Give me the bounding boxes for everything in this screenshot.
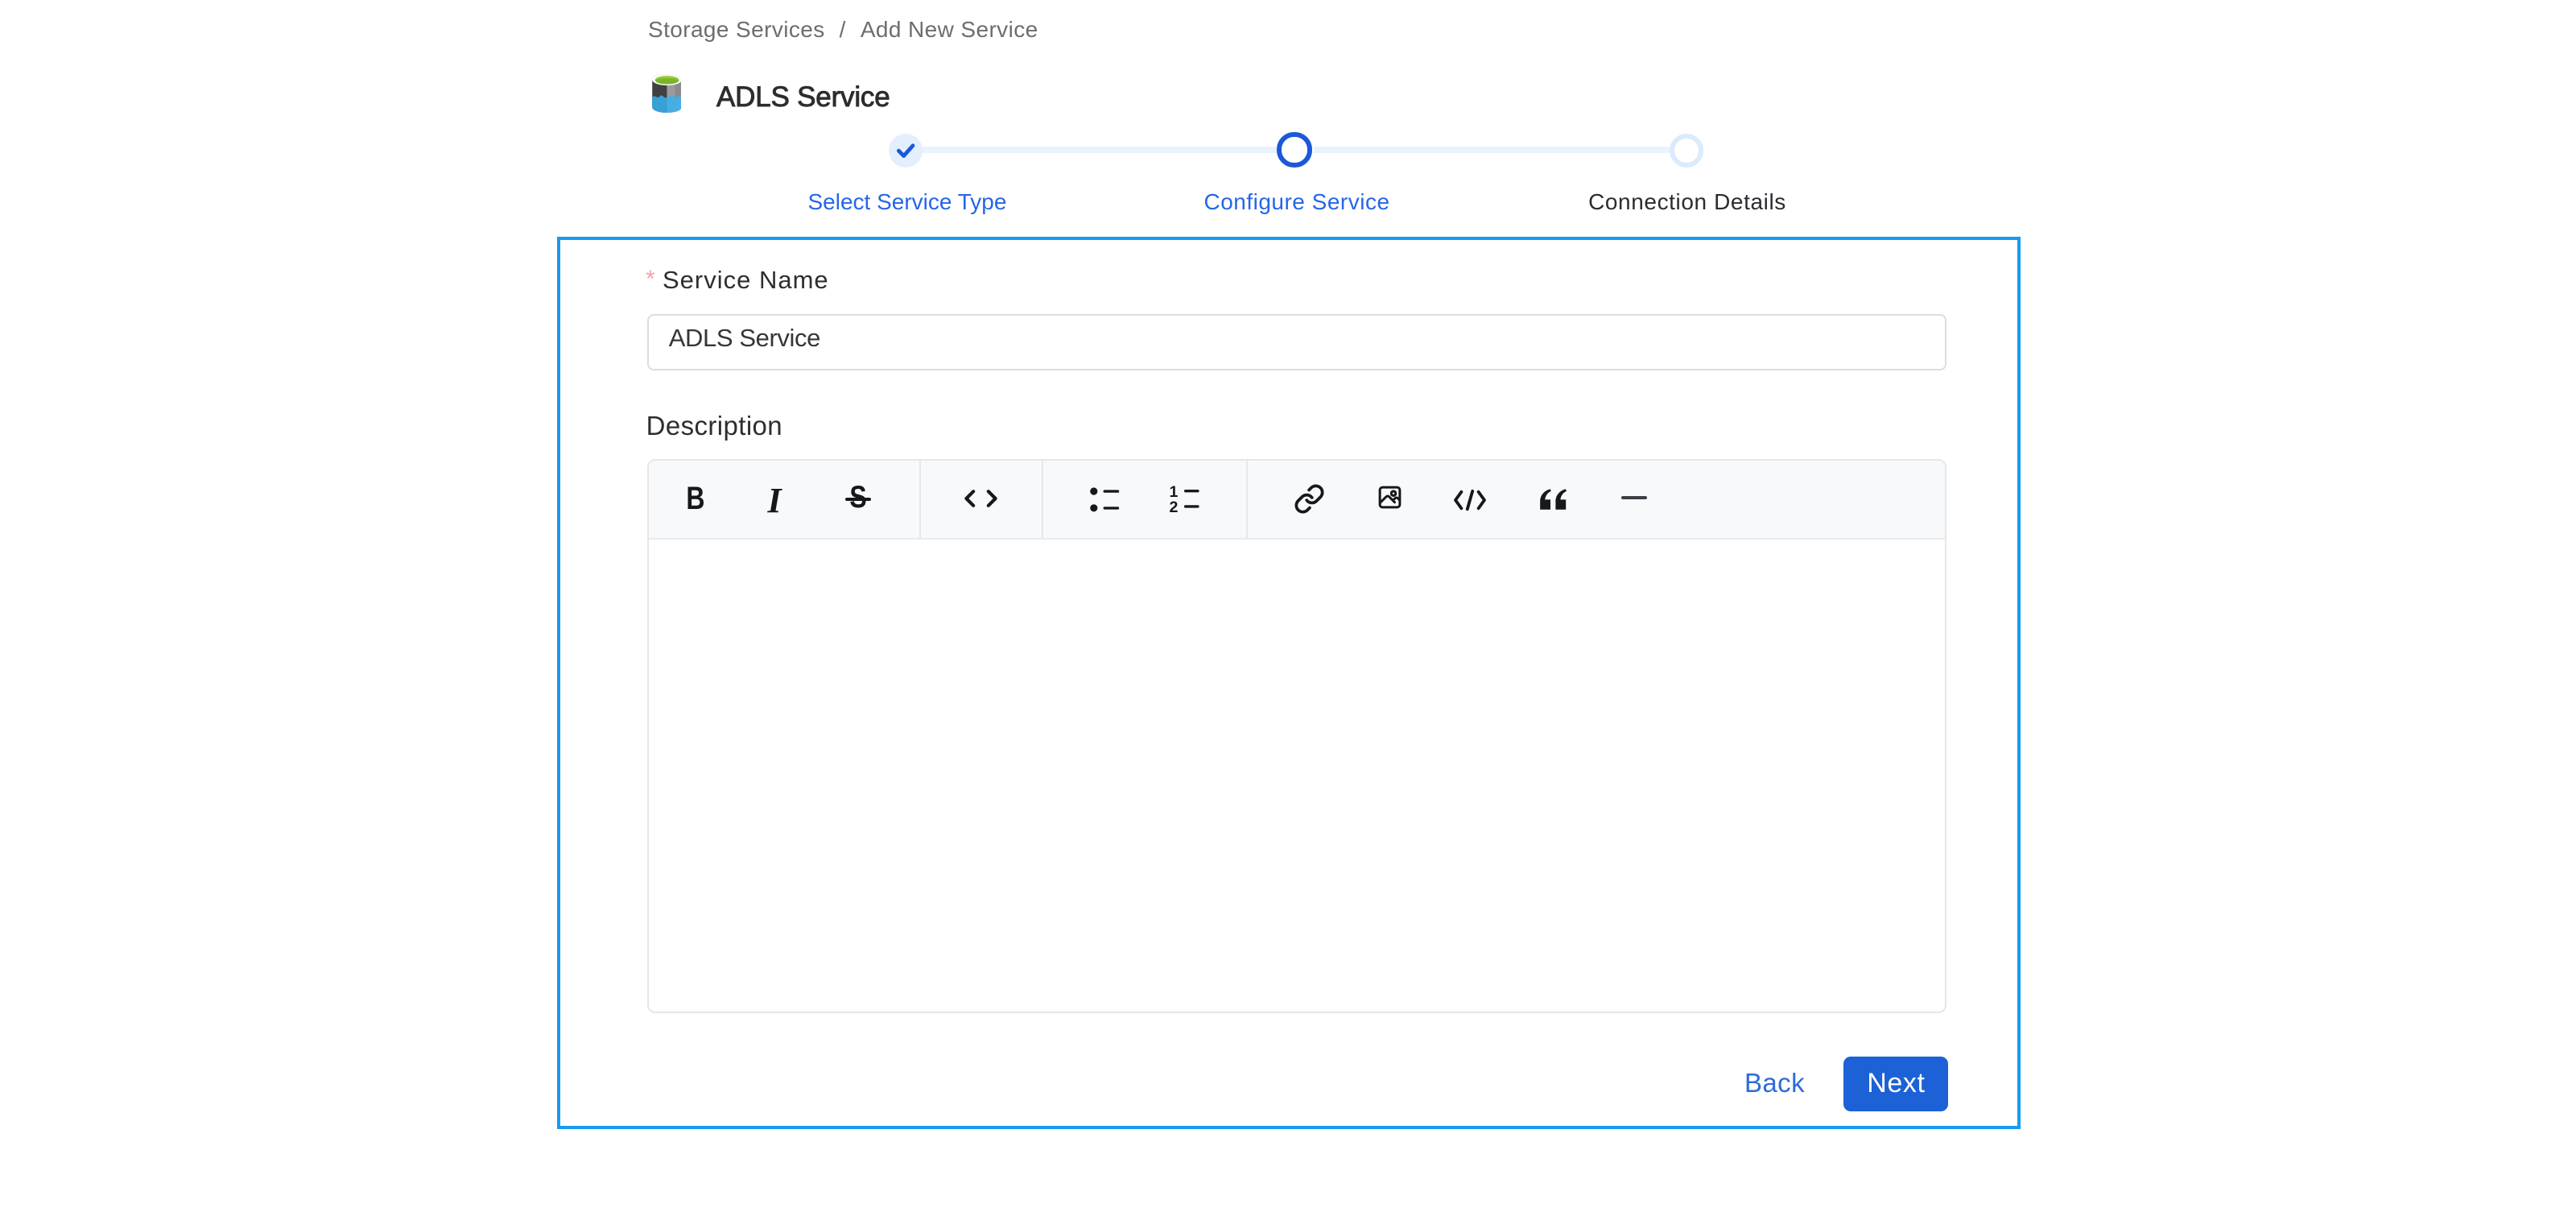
svg-text:2: 2 <box>1170 499 1179 512</box>
